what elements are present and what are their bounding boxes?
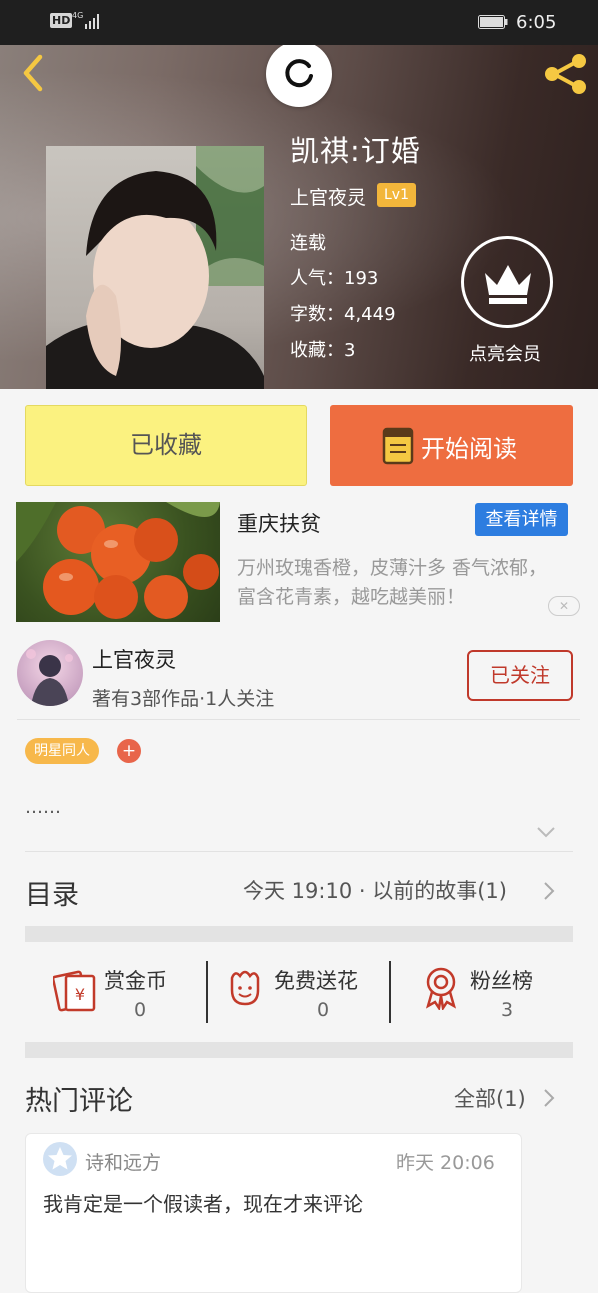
ad-image[interactable] xyxy=(16,502,220,622)
coin-envelope-icon: ¥ xyxy=(53,970,96,1012)
hot-comments-label: 热门评论 xyxy=(25,1086,133,1117)
commenter-name[interactable]: 诗和远方 xyxy=(85,1148,161,1175)
chevron-right-icon[interactable] xyxy=(543,1088,555,1108)
ad-close-button[interactable]: ✕ xyxy=(548,596,580,616)
battery-icon xyxy=(478,15,508,29)
favorited-button[interactable]: 已收藏 xyxy=(25,405,307,486)
book-cover[interactable] xyxy=(46,146,264,389)
level-badge: Lv1 xyxy=(377,183,416,207)
share-icon[interactable] xyxy=(542,52,590,96)
section-separator xyxy=(25,926,573,942)
stat-coins-label: 赏金币 xyxy=(104,969,167,993)
book-author[interactable]: 上官夜灵 xyxy=(290,183,366,210)
stat-flowers-label: 免费送花 xyxy=(274,969,358,993)
oranges-image xyxy=(16,502,220,619)
book-description: …… xyxy=(25,797,61,818)
chevron-down-icon[interactable] xyxy=(536,825,556,839)
ad-detail-button[interactable]: 查看详情 xyxy=(475,503,568,536)
stat-fans-value: 3 xyxy=(501,999,514,1021)
comment-time: 昨天 20:06 xyxy=(396,1152,495,1174)
svg-text:¥: ¥ xyxy=(75,985,85,1004)
stat-coins-value: 0 xyxy=(134,999,147,1021)
catalog-latest-chapter[interactable]: 今天 19:10 · 以前的故事(1) xyxy=(243,875,507,905)
flower-icon xyxy=(230,970,260,1006)
start-reading-button[interactable]: 开始阅读 xyxy=(330,405,573,486)
book-title: 凯祺:订婚 xyxy=(290,134,421,168)
status-bar: HD 4G 6:05 xyxy=(0,0,598,45)
author-avatar[interactable] xyxy=(17,640,83,706)
stat-divider xyxy=(389,961,391,1023)
clock: 6:05 xyxy=(516,12,557,33)
stat-divider xyxy=(206,961,208,1023)
ad-title[interactable]: 重庆扶贫 xyxy=(237,508,321,538)
add-tag-button[interactable]: + xyxy=(117,739,141,763)
chevron-right-icon[interactable] xyxy=(543,881,555,901)
stat-fans-label: 粉丝榜 xyxy=(470,969,533,993)
author-name[interactable]: 上官夜灵 xyxy=(92,644,176,674)
commenter-avatar[interactable] xyxy=(43,1142,77,1176)
ad-description[interactable]: 万州玫瑰香橙，皮薄汁多 香气浓郁，富含花青素，越吃越美丽！ xyxy=(237,554,557,612)
back-arrow-icon[interactable] xyxy=(18,53,48,93)
star-avatar-icon xyxy=(48,1147,72,1170)
signal-icon xyxy=(85,14,99,29)
catalog-label[interactable]: 目录 xyxy=(25,873,79,912)
medal-icon xyxy=(425,967,457,1010)
network-type: 4G xyxy=(72,11,84,20)
vip-button[interactable] xyxy=(461,236,553,328)
book-icon xyxy=(382,427,414,465)
divider xyxy=(25,851,573,852)
book-status: 连载 xyxy=(290,233,326,254)
cover-portrait xyxy=(46,146,264,389)
all-comments-link[interactable]: 全部(1) xyxy=(454,1083,526,1113)
follow-button[interactable]: 已关注 xyxy=(467,650,573,701)
stat-flowers-value: 0 xyxy=(317,999,330,1021)
crown-icon xyxy=(485,265,531,304)
author-stats: 著有3部作品·1人关注 xyxy=(92,688,275,710)
popularity: 人气：193 xyxy=(290,268,379,289)
word-count: 字数：4,449 xyxy=(290,304,396,325)
book-header: 凯祺:订婚 上官夜灵 Lv1 连载 人气：193 字数：4,449 收藏：3 点… xyxy=(0,45,598,389)
comment-text: 我肯定是一个假读者，现在才来评论 xyxy=(43,1192,363,1216)
tag-chip[interactable]: 明星同人 xyxy=(25,738,99,764)
start-reading-label: 开始阅读 xyxy=(421,435,517,463)
divider xyxy=(17,719,580,720)
spinner-icon xyxy=(285,59,313,88)
favorite-count: 收藏：3 xyxy=(290,340,356,361)
avatar-image xyxy=(26,649,73,706)
vip-label[interactable]: 点亮会员 xyxy=(469,340,541,366)
section-separator xyxy=(25,1042,573,1058)
hd-indicator: HD xyxy=(50,13,73,28)
